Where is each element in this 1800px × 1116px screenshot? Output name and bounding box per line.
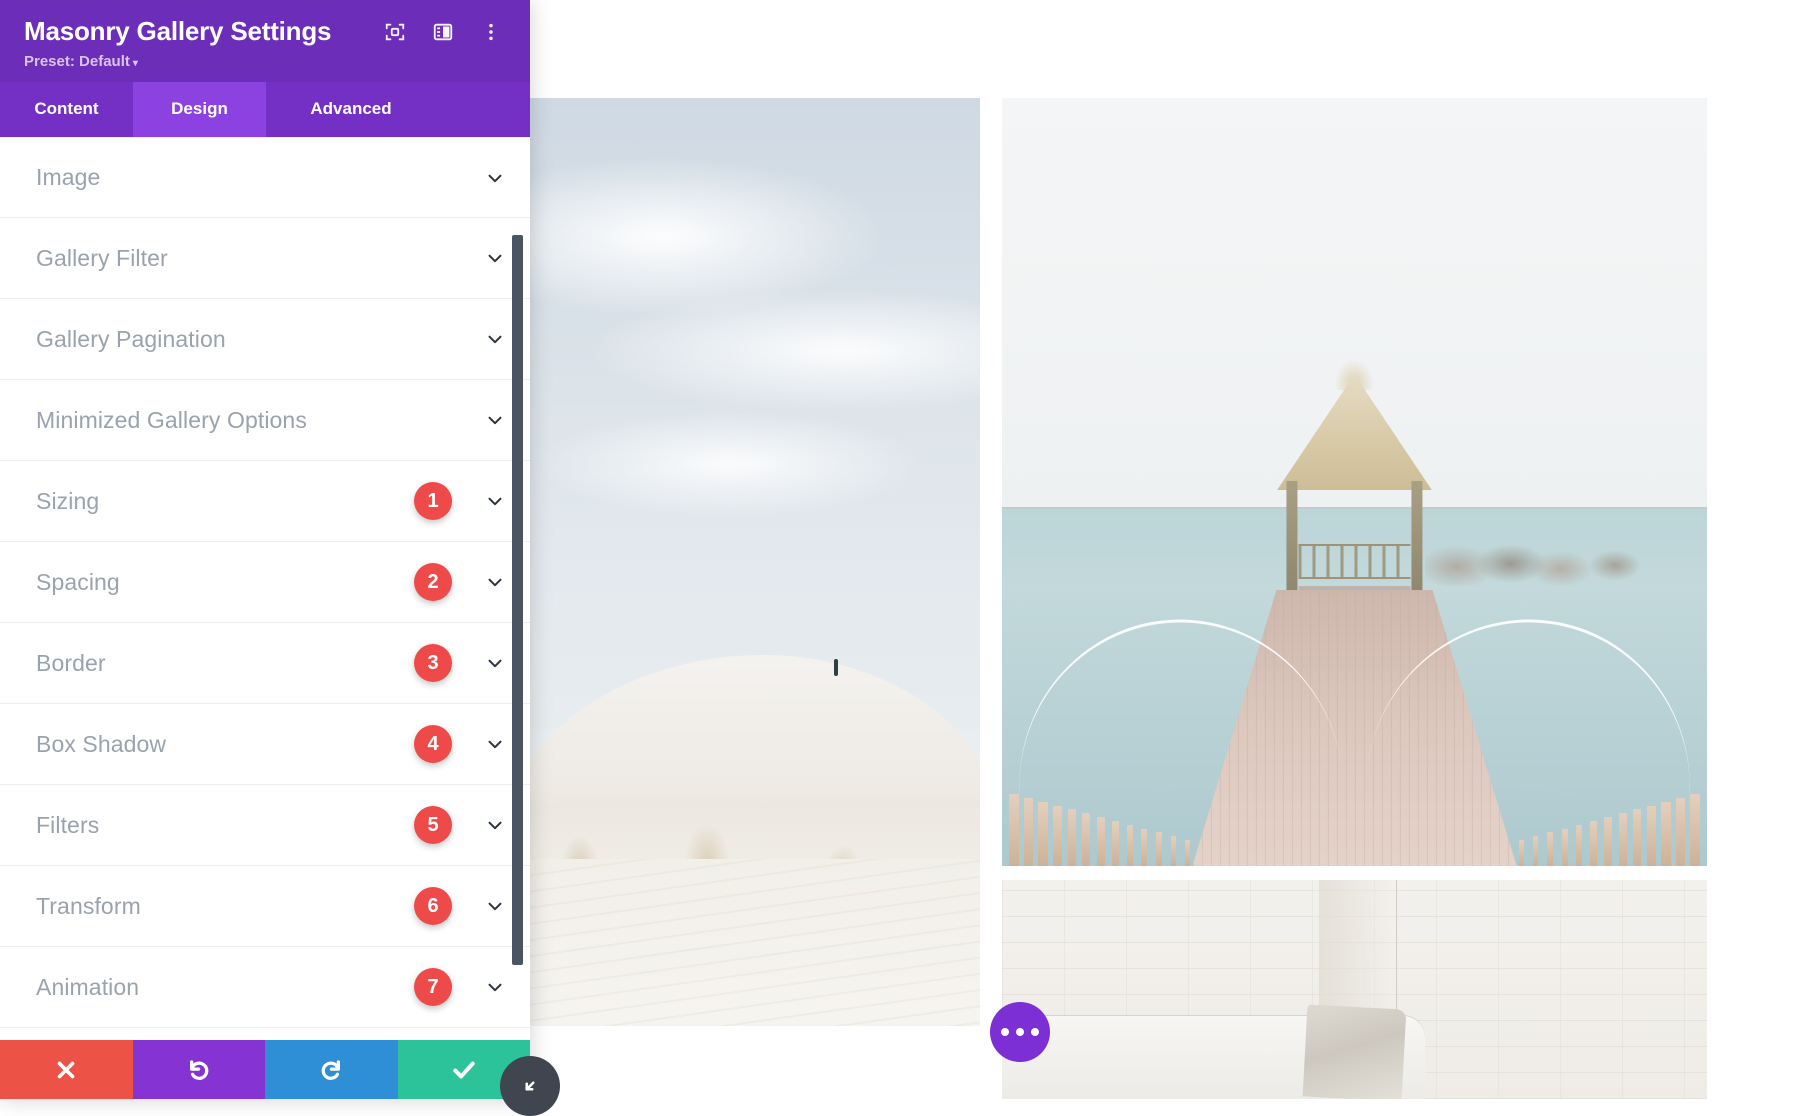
focus-target-icon[interactable]: [384, 21, 406, 43]
panel-header: Masonry Gallery Settings: [0, 0, 530, 82]
settings-section-filters[interactable]: Filters5: [0, 785, 530, 866]
gazebo-railing: [1299, 544, 1411, 580]
section-expand-toggle[interactable]: [474, 490, 516, 512]
tab-content[interactable]: Content: [0, 82, 133, 137]
chevron-down-icon: [484, 733, 506, 755]
settings-section-transform[interactable]: Transform6: [0, 866, 530, 947]
resize-handle-icon: [517, 1073, 543, 1099]
chevron-down-icon: ▾: [133, 58, 138, 69]
section-expand-toggle[interactable]: [474, 814, 516, 836]
preset-selector[interactable]: Preset: Default▾: [24, 53, 506, 70]
close-icon: [53, 1057, 79, 1083]
settings-section-image[interactable]: Image: [0, 137, 530, 218]
section-label: Minimized Gallery Options: [36, 407, 414, 434]
undo-button[interactable]: [133, 1040, 266, 1099]
section-expand-toggle[interactable]: [474, 733, 516, 755]
section-label: Gallery Pagination: [36, 326, 414, 353]
gallery-image-white-sand-dunes[interactable]: [525, 98, 980, 1026]
panel-resize-handle[interactable]: [500, 1056, 560, 1116]
chevron-down-icon: [484, 490, 506, 512]
kebab-menu-icon[interactable]: [480, 21, 502, 43]
section-expand-toggle[interactable]: [474, 652, 516, 674]
checkmark-icon: [450, 1056, 478, 1084]
more-options-fab[interactable]: [990, 1002, 1050, 1062]
preset-label: Preset: Default: [24, 53, 130, 70]
settings-section-border[interactable]: Border3: [0, 623, 530, 704]
cancel-button[interactable]: [0, 1040, 133, 1099]
panel-action-bar: [0, 1040, 530, 1099]
settings-section-minimized-gallery-options[interactable]: Minimized Gallery Options: [0, 380, 530, 461]
chevron-down-icon: [484, 571, 506, 593]
section-label: Animation: [36, 974, 414, 1001]
step-badge: 2: [414, 563, 452, 601]
gazebo-thatched-roof: [1277, 374, 1432, 490]
section-label: Border: [36, 650, 414, 677]
dunes-sky: [525, 98, 980, 729]
page-title: Masonry Gallery Settings: [24, 16, 384, 47]
chevron-down-icon: [484, 247, 506, 269]
section-expand-toggle[interactable]: [474, 409, 516, 431]
step-badge: 4: [414, 725, 452, 763]
module-settings-panel: Masonry Gallery Settings: [0, 0, 530, 1099]
step-badge: 3: [414, 644, 452, 682]
dunes-lone-figure: [834, 659, 838, 676]
step-badge: 7: [414, 968, 452, 1006]
tab-design[interactable]: Design: [133, 82, 266, 137]
section-expand-toggle[interactable]: [474, 167, 516, 189]
section-label: Box Shadow: [36, 731, 414, 758]
settings-section-list: Image Gallery Filter Gallery Pagination Min…: [0, 137, 530, 1040]
kebab-dot-3: [1031, 1028, 1039, 1036]
thatched-gazebo: [1277, 374, 1432, 597]
section-expand-toggle[interactable]: [474, 976, 516, 998]
settings-section-gallery-filter[interactable]: Gallery Filter: [0, 218, 530, 299]
step-badge: 6: [414, 887, 452, 925]
redo-button[interactable]: [265, 1040, 398, 1099]
section-expand-toggle[interactable]: [474, 247, 516, 269]
settings-section-animation[interactable]: Animation7: [0, 947, 530, 1028]
gallery-image-brick-wall-couch[interactable]: [1002, 880, 1707, 1099]
chevron-down-icon: [484, 328, 506, 350]
chevron-down-icon: [484, 652, 506, 674]
panel-scrollbar-thumb[interactable]: [512, 235, 523, 965]
section-label: Filters: [36, 812, 414, 839]
step-badge: 5: [414, 806, 452, 844]
kebab-dot-1: [1001, 1028, 1009, 1036]
section-label: Gallery Filter: [36, 245, 414, 272]
header-icon-group: [384, 21, 506, 43]
pier-rock-breakwater: [1425, 543, 1651, 585]
chevron-down-icon: [484, 167, 506, 189]
chevron-down-icon: [484, 976, 506, 998]
section-expand-toggle[interactable]: [474, 895, 516, 917]
sofa-throw-blanket: [1303, 1005, 1406, 1099]
gallery-image-pier-gazebo[interactable]: [1002, 98, 1707, 866]
settings-section-box-shadow[interactable]: Box Shadow4: [0, 704, 530, 785]
panel-tabs: Content Design Advanced: [0, 82, 530, 137]
settings-section-sizing[interactable]: Sizing1: [0, 461, 530, 542]
panel-title-row: Masonry Gallery Settings: [24, 16, 506, 47]
section-label: Image: [36, 164, 414, 191]
gazebo-post-right: [1412, 481, 1423, 597]
section-label: Spacing: [36, 569, 414, 596]
panel-layout-icon[interactable]: [432, 21, 454, 43]
tab-advanced[interactable]: Advanced: [266, 82, 436, 137]
chevron-down-icon: [484, 409, 506, 431]
section-label: Sizing: [36, 488, 414, 515]
section-expand-toggle[interactable]: [474, 571, 516, 593]
settings-section-gallery-pagination[interactable]: Gallery Pagination: [0, 299, 530, 380]
gazebo-post-left: [1286, 481, 1297, 597]
settings-section-spacing[interactable]: Spacing2: [0, 542, 530, 623]
undo-icon: [186, 1057, 212, 1083]
chevron-down-icon: [484, 895, 506, 917]
step-badge: 1: [414, 482, 452, 520]
chevron-down-icon: [484, 814, 506, 836]
tabbar-filler: [436, 82, 530, 137]
section-expand-toggle[interactable]: [474, 328, 516, 350]
kebab-dot-2: [1016, 1028, 1024, 1036]
section-label: Transform: [36, 893, 414, 920]
redo-icon: [318, 1057, 344, 1083]
dunes-foreground-sand: [525, 859, 980, 1026]
